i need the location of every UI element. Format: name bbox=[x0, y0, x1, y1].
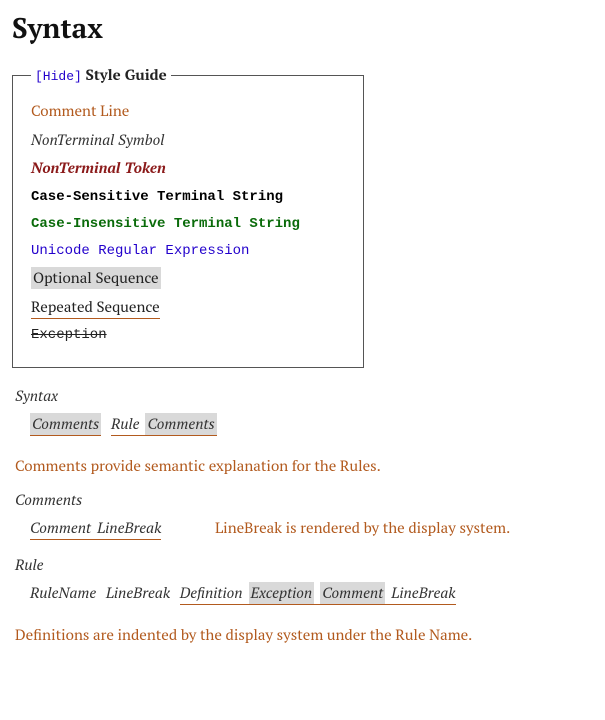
style-case-sensitive: Case-Sensitive Terminal String bbox=[31, 188, 345, 206]
nt-comment: Comment bbox=[30, 518, 91, 538]
legend-title: Style Guide bbox=[85, 65, 166, 85]
nt-linebreak: LineBreak bbox=[106, 583, 170, 603]
style-repeated-seq-row: Repeated Sequence bbox=[31, 298, 345, 318]
nt-linebreak: LineBreak bbox=[391, 583, 455, 603]
style-comment-line: Comment Line bbox=[31, 102, 345, 122]
style-nonterminal-symbol: NonTerminal Symbol bbox=[31, 131, 345, 151]
rule-def: RuleName LineBreak Definition ExceptionCo… bbox=[30, 581, 593, 607]
rule-name: Comments bbox=[15, 490, 593, 510]
rule-name: Rule bbox=[15, 555, 593, 575]
rule-syntax: Syntax Comments RuleComments bbox=[12, 386, 593, 438]
page-heading: Syntax bbox=[12, 10, 593, 47]
style-optional-seq: Optional Sequence bbox=[31, 267, 161, 289]
style-optional-seq-row: Optional Sequence bbox=[31, 269, 345, 289]
rule-name: Syntax bbox=[15, 386, 593, 406]
nt-definition: Definition bbox=[180, 583, 243, 603]
style-exception: Exception bbox=[31, 326, 345, 344]
style-guide-legend: [Hide] Style Guide bbox=[31, 65, 171, 85]
comment-text: Definitions are indented by the display … bbox=[15, 625, 593, 645]
nt-comments: Comments bbox=[145, 413, 216, 435]
nt-comment: Comment bbox=[320, 582, 385, 604]
comment-text: Comments provide semantic explanation fo… bbox=[15, 456, 593, 476]
nt-comments: Comments bbox=[30, 413, 101, 435]
style-nonterminal-token: NonTerminal Token bbox=[31, 159, 345, 179]
nt-rulename: RuleName bbox=[30, 583, 96, 603]
nt-exception: Exception bbox=[249, 582, 315, 604]
style-repeated-seq: Repeated Sequence bbox=[31, 297, 160, 319]
nt-rule: Rule bbox=[111, 414, 140, 434]
rule-comments: Comments Comment LineBreak LineBreak is r… bbox=[12, 490, 593, 542]
style-unicode-re: Unicode Regular Expression bbox=[31, 242, 345, 260]
style-case-insensitive: Case-Insensitive Terminal String bbox=[31, 215, 345, 233]
rule-def: Comment LineBreak LineBreak is rendered b… bbox=[30, 516, 593, 542]
style-guide-box: [Hide] Style Guide Comment Line NonTermi… bbox=[12, 65, 364, 368]
rule-def: Comments RuleComments bbox=[30, 412, 593, 438]
rule-rule: Rule RuleName LineBreak Definition Except… bbox=[12, 555, 593, 607]
nt-linebreak: LineBreak bbox=[97, 518, 161, 538]
hide-link[interactable]: [Hide] bbox=[35, 69, 82, 84]
comment-text: LineBreak is rendered by the display sys… bbox=[215, 518, 510, 538]
